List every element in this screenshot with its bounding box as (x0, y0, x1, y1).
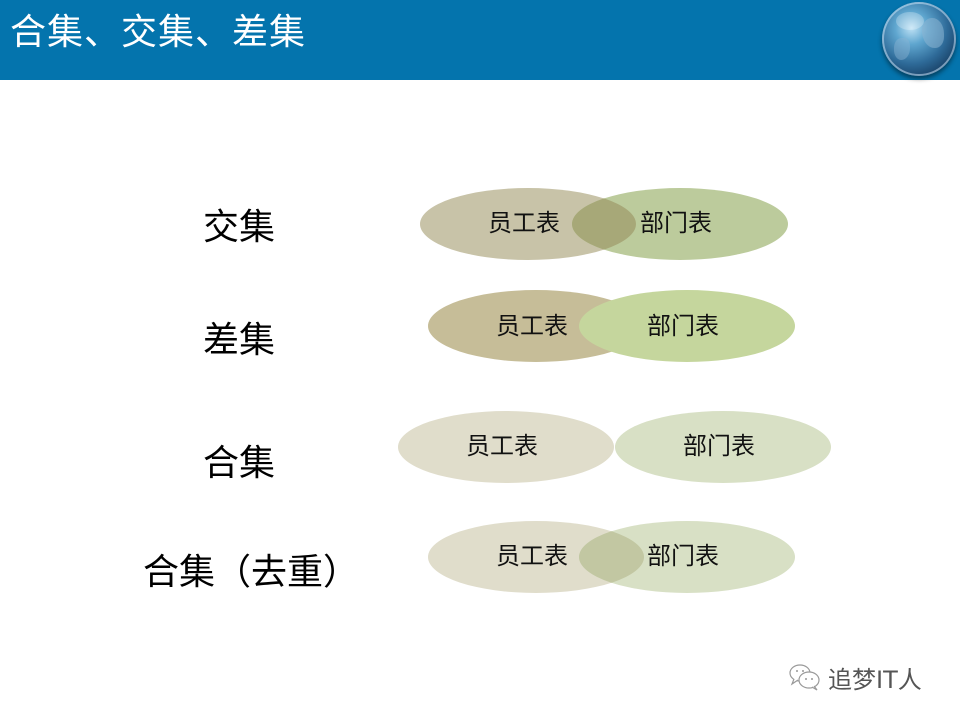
venn-union (398, 411, 831, 483)
venn-intersection (420, 188, 788, 260)
set-label-employee: 员工表 (496, 542, 568, 570)
set-label-employee: 员工表 (466, 432, 538, 460)
set-label-department: 部门表 (683, 432, 755, 460)
set-label-department: 部门表 (647, 542, 719, 570)
set-label-department: 部门表 (647, 312, 719, 340)
set-label-department: 部门表 (640, 209, 712, 237)
set-label-employee: 员工表 (488, 209, 560, 237)
venn-union-distinct (428, 521, 795, 593)
wechat-icon (788, 662, 822, 692)
venn-difference (428, 290, 795, 362)
watermark-text: 追梦IT人 (828, 665, 922, 694)
watermark: 追梦IT人 (788, 660, 922, 694)
set-label-employee: 员工表 (496, 312, 568, 340)
venn-diagrams (398, 188, 831, 593)
